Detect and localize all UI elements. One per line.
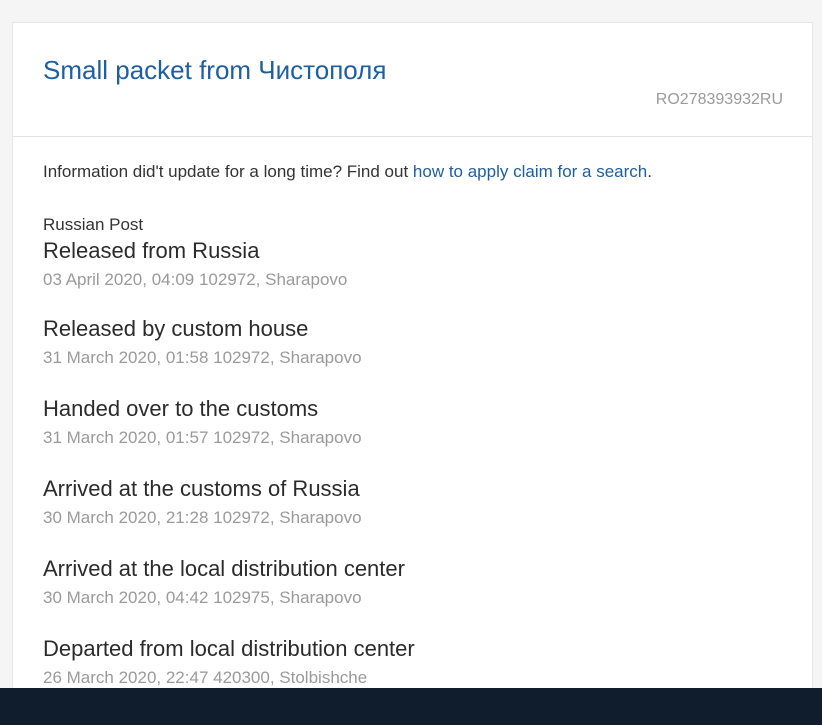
tracking-event: Released by custom house 31 March 2020, … (43, 313, 782, 393)
tracking-event: Arrived at the customs of Russia 30 Marc… (43, 473, 782, 553)
event-meta: 30 March 2020, 21:28 102972, Sharapovo (43, 508, 362, 527)
info-message: Information did't update for a long time… (43, 161, 782, 183)
carrier-name: Russian Post (43, 215, 144, 234)
tracking-card: Small packet from Чистополя RO278393932R… (12, 22, 813, 725)
tracking-event: Arrived at the local distribution center… (43, 553, 782, 633)
claim-search-link[interactable]: how to apply claim for a search (413, 162, 647, 181)
tracking-event: Handed over to the customs 31 March 2020… (43, 393, 782, 473)
page-title: Small packet from Чистополя (43, 55, 387, 85)
event-meta: 30 March 2020, 04:42 102975, Sharapovo (43, 588, 362, 607)
event-title: Handed over to the customs (43, 396, 319, 421)
event-meta: 03 April 2020, 04:09 102972, Sharapovo (43, 270, 348, 289)
event-meta: 31 March 2020, 01:57 102972, Sharapovo (43, 428, 362, 447)
event-title: Departed from local distribution center (43, 636, 415, 661)
tracking-events-list: Released from Russia 03 April 2020, 04:0… (43, 235, 782, 713)
event-title: Arrived at the customs of Russia (43, 476, 360, 501)
event-title: Arrived at the local distribution center (43, 556, 405, 581)
event-title: Released by custom house (43, 316, 309, 341)
tracking-number: RO278393932RU (655, 91, 783, 108)
event-meta: 26 March 2020, 22:47 420300, Stolbishche (43, 668, 368, 687)
info-suffix: . (647, 162, 652, 181)
card-header: Small packet from Чистополя RO278393932R… (13, 23, 812, 137)
bottom-bar (0, 688, 822, 725)
card-body: Information did't update for a long time… (13, 137, 812, 713)
tracking-event: Released from Russia 03 April 2020, 04:0… (43, 235, 782, 313)
event-meta: 31 March 2020, 01:58 102972, Sharapovo (43, 348, 362, 367)
event-title: Released from Russia (43, 238, 260, 263)
info-text: Information did't update for a long time… (43, 162, 413, 181)
